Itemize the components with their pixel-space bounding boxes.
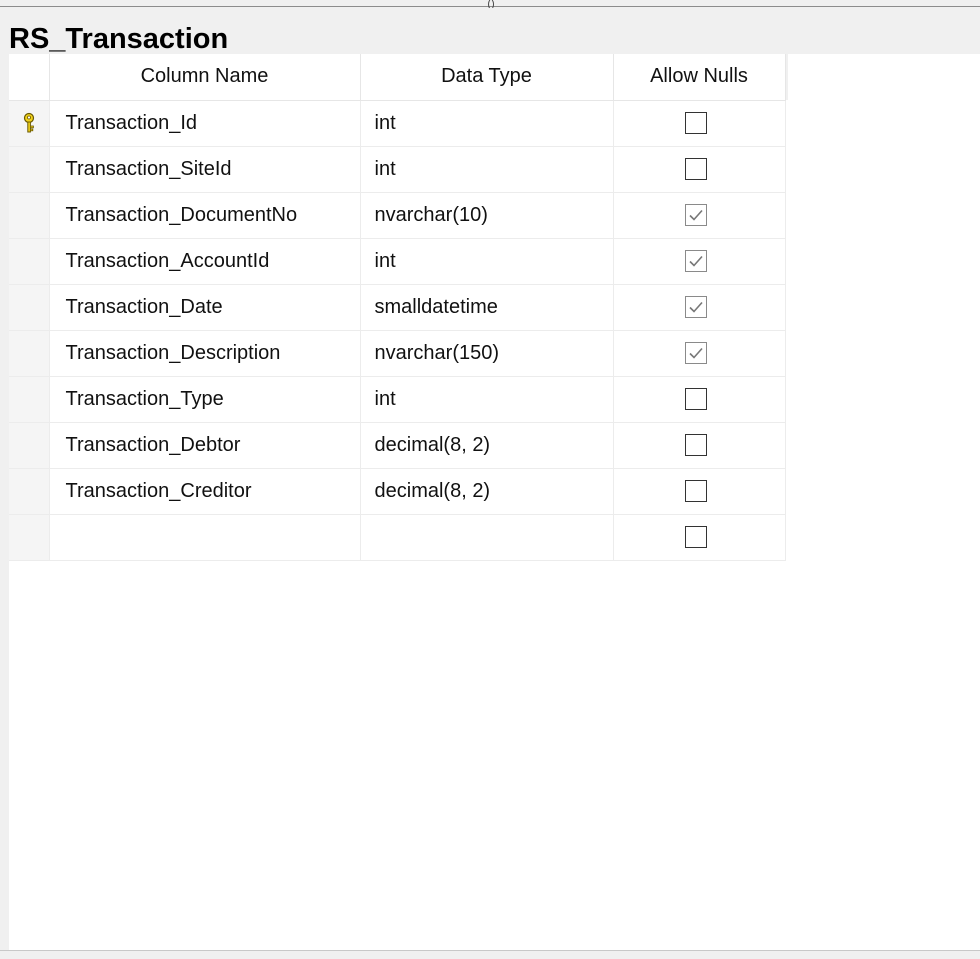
data-type-cell[interactable]: int: [360, 238, 614, 285]
table-row[interactable]: [9, 514, 788, 561]
checkmark-icon: [689, 302, 703, 313]
allow-nulls-cell: [613, 330, 786, 377]
table-row[interactable]: Transaction_Creditor decimal(8, 2): [9, 468, 788, 515]
allow-nulls-checkbox[interactable]: [685, 526, 707, 549]
allow-nulls-cell: [613, 514, 786, 561]
table-row[interactable]: Transaction_AccountId int: [9, 238, 788, 285]
column-name-cell[interactable]: Transaction_Type: [49, 376, 361, 423]
allow-nulls-checkbox[interactable]: [685, 342, 707, 365]
primary-key-icon: [21, 112, 37, 134]
column-name-cell[interactable]: Transaction_AccountId: [49, 238, 361, 285]
column-name-header[interactable]: Column Name: [49, 54, 361, 101]
row-selector[interactable]: [9, 376, 50, 423]
data-type-cell[interactable]: [360, 514, 614, 561]
table-row[interactable]: Transaction_Type int: [9, 376, 788, 423]
allow-nulls-checkbox[interactable]: [685, 434, 707, 457]
table-designer-window: () RS_Transaction Column Name Data Type …: [0, 0, 980, 959]
table-title: RS_Transaction: [9, 23, 229, 55]
data-type-cell[interactable]: int: [360, 376, 614, 423]
row-filler: [785, 422, 788, 468]
data-type-cell[interactable]: decimal(8, 2): [360, 468, 614, 515]
row-selector[interactable]: [9, 238, 50, 285]
row-selector[interactable]: [9, 192, 50, 239]
allow-nulls-cell: [613, 100, 786, 147]
allow-nulls-cell: [613, 422, 786, 469]
columns-grid: Column Name Data Type Allow Nulls Transa…: [9, 54, 980, 950]
row-selector[interactable]: [9, 422, 50, 469]
data-type-cell[interactable]: nvarchar(10): [360, 192, 614, 239]
column-name-cell[interactable]: Transaction_Description: [49, 330, 361, 377]
table-row[interactable]: Transaction_Date smalldatetime: [9, 284, 788, 331]
data-type-cell[interactable]: int: [360, 100, 614, 147]
allow-nulls-cell: [613, 376, 786, 423]
row-filler: [785, 238, 788, 284]
allow-nulls-checkbox[interactable]: [685, 158, 707, 181]
column-name-cell[interactable]: Transaction_SiteId: [49, 146, 361, 193]
header-row: Column Name Data Type Allow Nulls: [9, 54, 788, 101]
row-selector[interactable]: [9, 514, 50, 561]
top-mark: (): [487, 0, 495, 8]
table-row[interactable]: Transaction_Id int: [9, 100, 788, 147]
row-selector[interactable]: [9, 146, 50, 193]
checkmark-icon: [689, 348, 703, 359]
columns-table: Column Name Data Type Allow Nulls Transa…: [9, 54, 788, 561]
data-type-cell[interactable]: smalldatetime: [360, 284, 614, 331]
data-type-header[interactable]: Data Type: [360, 54, 614, 101]
table-row[interactable]: Transaction_Debtor decimal(8, 2): [9, 422, 788, 469]
row-selector[interactable]: [9, 330, 50, 377]
row-selector[interactable]: [9, 100, 50, 147]
allow-nulls-checkbox[interactable]: [685, 112, 707, 135]
header-filler: [785, 54, 788, 100]
data-type-cell[interactable]: decimal(8, 2): [360, 422, 614, 469]
allow-nulls-checkbox[interactable]: [685, 204, 707, 227]
row-selector[interactable]: [9, 468, 50, 515]
data-type-cell[interactable]: nvarchar(150): [360, 330, 614, 377]
row-filler: [785, 330, 788, 376]
row-selector-header: [9, 54, 50, 101]
column-name-cell[interactable]: Transaction_DocumentNo: [49, 192, 361, 239]
row-filler: [785, 514, 788, 560]
column-name-cell[interactable]: Transaction_Creditor: [49, 468, 361, 515]
checkmark-icon: [689, 256, 703, 267]
row-selector[interactable]: [9, 284, 50, 331]
data-type-cell[interactable]: int: [360, 146, 614, 193]
row-filler: [785, 146, 788, 192]
row-filler: [785, 100, 788, 146]
allow-nulls-cell: [613, 192, 786, 239]
allow-nulls-checkbox[interactable]: [685, 480, 707, 503]
allow-nulls-checkbox[interactable]: [685, 296, 707, 319]
allow-nulls-header[interactable]: Allow Nulls: [613, 54, 786, 101]
allow-nulls-cell: [613, 284, 786, 331]
row-filler: [785, 468, 788, 514]
column-name-cell[interactable]: Transaction_Debtor: [49, 422, 361, 469]
allow-nulls-checkbox[interactable]: [685, 250, 707, 273]
checkmark-icon: [689, 210, 703, 221]
column-name-cell[interactable]: Transaction_Date: [49, 284, 361, 331]
columns-table-body: Transaction_Id int Transaction_SiteId in…: [9, 100, 788, 561]
table-row[interactable]: Transaction_SiteId int: [9, 146, 788, 193]
column-name-cell[interactable]: [49, 514, 361, 561]
window-bottom-edge: [0, 950, 980, 959]
row-filler: [785, 376, 788, 422]
allow-nulls-cell: [613, 146, 786, 193]
table-row[interactable]: Transaction_Description nvarchar(150): [9, 330, 788, 377]
allow-nulls-cell: [613, 468, 786, 515]
row-filler: [785, 192, 788, 238]
allow-nulls-checkbox[interactable]: [685, 388, 707, 411]
allow-nulls-cell: [613, 238, 786, 285]
row-filler: [785, 284, 788, 330]
table-row[interactable]: Transaction_DocumentNo nvarchar(10): [9, 192, 788, 239]
column-name-cell[interactable]: Transaction_Id: [49, 100, 361, 147]
